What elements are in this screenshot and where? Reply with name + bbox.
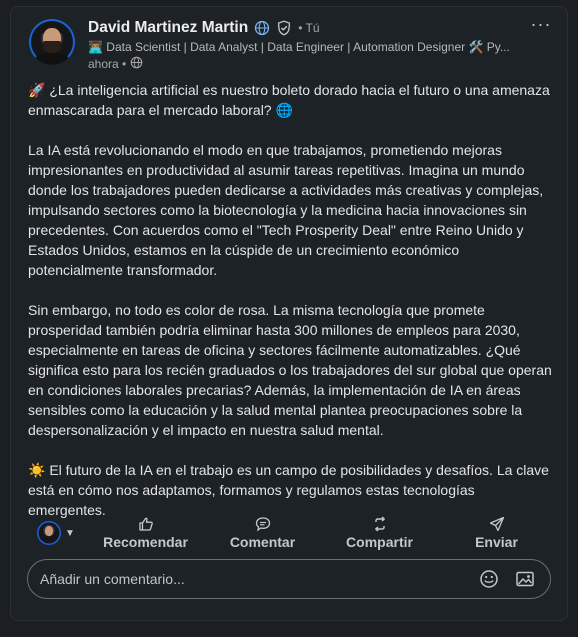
- reaction-identity-selector[interactable]: ▼: [27, 513, 87, 553]
- recommend-label: Recomendar: [103, 534, 188, 550]
- post-paragraph: ☀️ El futuro de la IA en el trabajo es u…: [28, 462, 549, 518]
- verified-icon: [276, 20, 292, 36]
- post-paragraph: 🚀 ¿La inteligencia artificial es nuestro…: [28, 82, 550, 118]
- connection-degree: • Tú: [298, 21, 320, 35]
- more-icon: ···: [530, 14, 552, 34]
- send-button[interactable]: Enviar: [438, 513, 555, 553]
- post-header: David Martinez Martin • Tú 👨🏽‍💻 Data Sci…: [27, 14, 555, 77]
- send-label: Enviar: [475, 534, 518, 550]
- post-card: David Martinez Martin • Tú 👨🏽‍💻 Data Sci…: [10, 6, 568, 621]
- author-avatar[interactable]: [29, 19, 75, 65]
- recommend-button[interactable]: Recomendar: [87, 513, 204, 553]
- globe-icon: [254, 20, 270, 36]
- visibility-globe-icon: [130, 56, 143, 72]
- comment-button[interactable]: Comentar: [204, 513, 321, 553]
- current-user-avatar: [37, 521, 61, 545]
- author-name[interactable]: David Martinez Martin: [88, 19, 248, 37]
- comment-input[interactable]: [28, 570, 478, 588]
- emoji-icon[interactable]: [478, 568, 500, 590]
- like-icon: [138, 517, 153, 531]
- post-time: ahora •: [88, 56, 143, 72]
- caret-down-icon: ▼: [65, 527, 75, 539]
- author-line: David Martinez Martin • Tú: [88, 19, 320, 37]
- share-label: Compartir: [346, 534, 413, 550]
- share-button[interactable]: Compartir: [321, 513, 438, 553]
- comment-box: [27, 559, 551, 599]
- time-text: ahora •: [88, 57, 127, 71]
- post-paragraph: Sin embargo, no todo es color de rosa. L…: [28, 302, 552, 438]
- send-icon: [489, 516, 504, 532]
- author-headline: 👨🏽‍💻 Data Scientist | Data Analyst | Dat…: [88, 40, 510, 54]
- post-actions: ▼ Recomendar Comentar Compartir Enviar: [27, 512, 555, 554]
- comment-label: Comentar: [229, 534, 296, 550]
- post-paragraph: La IA está revolucionando el modo en que…: [28, 142, 544, 278]
- post-text: 🚀 ¿La inteligencia artificial es nuestro…: [28, 80, 554, 520]
- comment-icon: [255, 517, 270, 532]
- more-options-button[interactable]: ···: [527, 14, 555, 41]
- repost-icon: [374, 516, 385, 532]
- image-icon[interactable]: [514, 568, 536, 590]
